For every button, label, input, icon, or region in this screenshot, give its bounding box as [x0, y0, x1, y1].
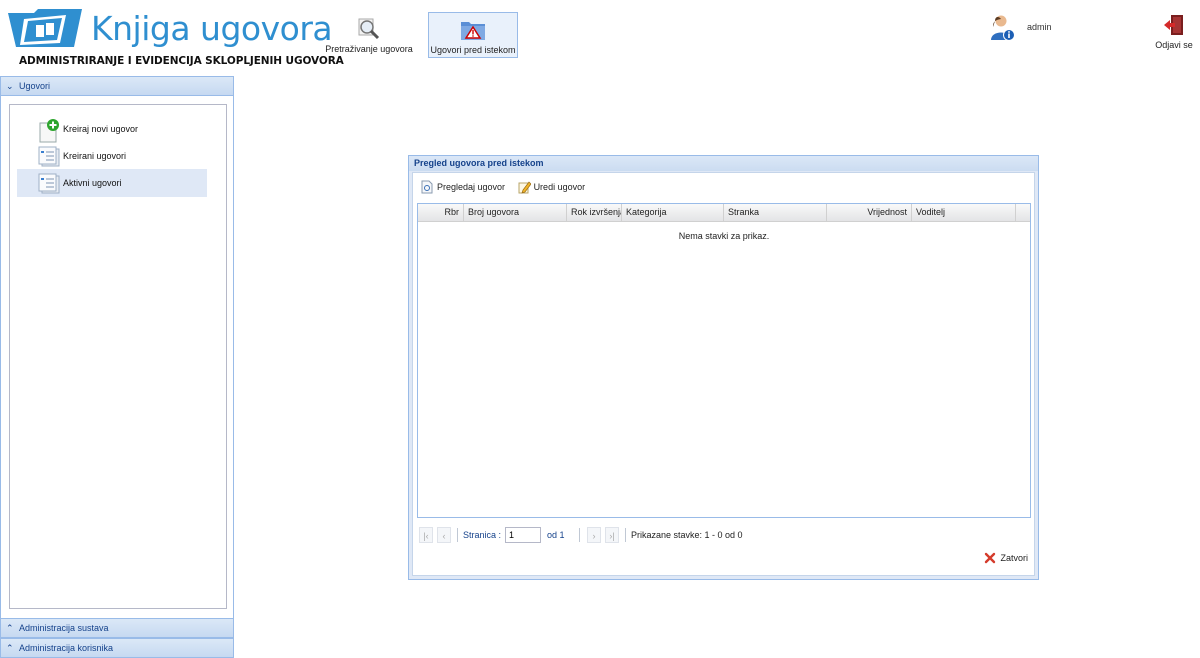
search-contracts-label: Pretraživanje ugovora: [325, 44, 413, 54]
user-name: admin: [1027, 22, 1052, 32]
sidebar-item-label: Kreiraj novi ugovor: [63, 124, 139, 134]
accordion-ugovori[interactable]: ⌄ Ugovori: [0, 76, 234, 96]
close-label: Zatvori: [1000, 553, 1028, 563]
pager-separator: [457, 528, 458, 542]
expiring-contracts-dialog: Pregled ugovora pred istekom Pregledaj u…: [408, 155, 1039, 580]
dialog-title: Pregled ugovora pred istekom: [409, 156, 1038, 171]
logout-label: Odjavi se: [1155, 40, 1193, 50]
sidebar-panel: Kreiraj novi ugovor Kreirani ugovori Akt…: [0, 96, 234, 618]
pager-info: Prikazane stavke: 1 - 0 od 0: [631, 530, 743, 540]
expiring-contracts-label: Ugovori pred istekom: [430, 45, 516, 55]
pager-separator: [625, 528, 626, 542]
col-header-category[interactable]: Kategorija: [622, 204, 724, 222]
col-header-value[interactable]: Vrijednost: [827, 204, 912, 222]
close-button[interactable]: Zatvori: [984, 551, 1028, 565]
document-list-icon: [38, 173, 60, 194]
view-contract-button[interactable]: Pregledaj ugovor: [419, 179, 505, 195]
pager-separator: [579, 528, 580, 542]
document-view-icon: [421, 180, 433, 194]
folder-warning-icon: [461, 22, 485, 40]
sidebar-item-create-contract[interactable]: Kreiraj novi ugovor: [17, 115, 207, 143]
user-info[interactable]: admin: [990, 14, 1070, 44]
logout-button[interactable]: Odjavi se: [1150, 14, 1198, 50]
edit-contract-label: Uredi ugovor: [533, 182, 586, 192]
view-contract-label: Pregledaj ugovor: [437, 182, 506, 192]
search-contracts-button[interactable]: Pretraživanje ugovora: [324, 12, 414, 58]
accordion-label: Administracija korisnika: [19, 643, 114, 653]
edit-pencil-icon: [518, 181, 531, 194]
sidebar-item-label: Kreirani ugovori: [63, 151, 127, 161]
first-page-icon[interactable]: |‹: [419, 527, 433, 543]
user-avatar-icon: [991, 15, 1015, 41]
grid-empty-text: Nema stavki za prikaz.: [678, 231, 770, 241]
last-page-icon[interactable]: ›|: [605, 527, 619, 543]
dialog-body: Pregledaj ugovor Uredi ugovor Rbr Broj u…: [412, 172, 1035, 576]
contracts-grid: Rbr Broj ugovora Rok izvršenja Kategorij…: [417, 203, 1031, 518]
dialog-toolbar: Pregledaj ugovor Uredi ugovor: [419, 179, 593, 197]
chevron-down-icon: ⌄: [6, 81, 14, 91]
expiring-contracts-button[interactable]: Ugovori pred istekom: [428, 12, 518, 58]
col-header-rbr[interactable]: Rbr: [418, 204, 464, 222]
prev-page-icon[interactable]: ‹: [437, 527, 451, 543]
col-header-party[interactable]: Stranka: [724, 204, 827, 222]
page-label: Stranica :: [463, 530, 502, 540]
accordion-label: Ugovori: [19, 81, 51, 91]
logo-folder-icon: [8, 9, 82, 47]
sidebar-item-label: Aktivni ugovori: [63, 178, 122, 188]
chevron-up-icon: ⌃: [6, 623, 14, 633]
sidebar-tree: Kreiraj novi ugovor Kreirani ugovori Akt…: [9, 104, 227, 609]
app-logo: Knjiga ugovora ADMINISTRIRANJE I EVIDENC…: [6, 5, 344, 67]
accordion-system-admin[interactable]: ⌃ Administracija sustava: [0, 618, 234, 638]
page-count-label: od 1: [547, 530, 565, 540]
magnifier-icon: [358, 18, 380, 40]
grid-header: Rbr Broj ugovora Rok izvršenja Kategorij…: [418, 204, 1030, 222]
page-number-input[interactable]: [505, 527, 541, 543]
chevron-up-icon: ⌃: [6, 643, 14, 653]
document-add-icon: [39, 119, 59, 143]
col-header-contract-number[interactable]: Broj ugovora: [464, 204, 567, 222]
next-page-icon[interactable]: ›: [587, 527, 601, 543]
close-icon: [985, 552, 996, 564]
app-title: Knjiga ugovora: [91, 9, 333, 48]
document-list-icon: [38, 146, 60, 167]
edit-contract-button[interactable]: Uredi ugovor: [516, 179, 586, 195]
accordion-label: Administracija sustava: [19, 623, 109, 633]
sidebar-item-active-contracts[interactable]: Aktivni ugovori: [17, 169, 207, 197]
col-header-deadline[interactable]: Rok izvršenja: [567, 204, 622, 222]
col-header-manager[interactable]: Voditelj: [912, 204, 1016, 222]
logout-icon: [1164, 15, 1183, 35]
sidebar-item-created-contracts[interactable]: Kreirani ugovori: [17, 142, 207, 170]
app-subtitle: ADMINISTRIRANJE I EVIDENCIJA SKLOPLJENIH…: [19, 55, 344, 67]
grid-pager: |‹ ‹ Stranica : od 1 › ›| Prikazane stav…: [417, 525, 1031, 547]
accordion-user-admin[interactable]: ⌃ Administracija korisnika: [0, 638, 234, 658]
